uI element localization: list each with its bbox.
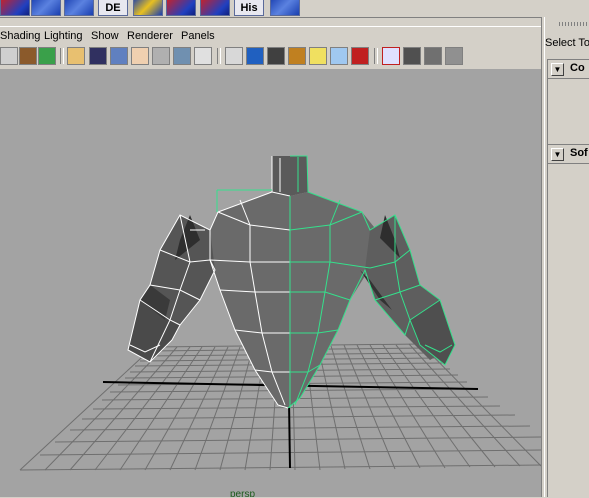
shelf-tool-his-label: His (240, 2, 258, 14)
shelf-tool-his[interactable]: His (234, 0, 264, 16)
torso-mesh[interactable] (128, 156, 455, 408)
shelf-tool-6[interactable] (166, 0, 196, 16)
shelf-tool-de[interactable]: DE (98, 0, 128, 16)
shelf-tool-1[interactable] (0, 0, 30, 16)
frame-label: Sof (570, 147, 588, 159)
collapse-triangle-icon[interactable]: ▼ (551, 63, 564, 76)
wireframe-icon[interactable] (225, 47, 243, 65)
isolate-select-icon[interactable] (351, 47, 369, 65)
frame-body (548, 163, 589, 498)
menu-lighting[interactable]: Lighting (44, 30, 83, 42)
field-chart-icon[interactable] (173, 47, 191, 65)
camera-label: persp (230, 489, 256, 497)
menu-renderer[interactable]: Renderer (127, 30, 173, 42)
shelf-toolbar: DE His (0, 0, 545, 18)
menu-show[interactable]: Show (91, 30, 119, 42)
smooth-shade-icon[interactable] (246, 47, 264, 65)
panel-grip[interactable] (559, 22, 589, 26)
menu-shading[interactable]: Shading (0, 30, 40, 42)
shelf-tool-7[interactable] (200, 0, 230, 16)
bookmark-icon[interactable] (38, 47, 56, 65)
tool-settings-panel: Select To ▼ Co ▼ Sof (545, 17, 589, 498)
shelf-tool-3[interactable] (64, 0, 94, 16)
shelf-tool-9[interactable] (270, 0, 300, 16)
shelf-tool-de-label: DE (105, 2, 121, 14)
wireframe-on-shaded-icon[interactable] (267, 47, 285, 65)
single-view-icon[interactable] (403, 47, 421, 65)
frame-header[interactable]: ▼ Sof (548, 145, 589, 163)
toolbar-separator (374, 48, 378, 64)
tool-settings-title: Select To (545, 37, 589, 49)
perspective-viewport[interactable]: persp (0, 69, 541, 497)
textured-icon[interactable] (288, 47, 306, 65)
toolbar-separator (217, 48, 221, 64)
shelf-tool-2[interactable] (31, 0, 61, 16)
film-gate-icon[interactable] (110, 47, 128, 65)
use-lights-icon[interactable] (309, 47, 327, 65)
z-axis-line (288, 399, 291, 469)
xray-icon[interactable] (330, 47, 348, 65)
collapse-triangle-icon[interactable]: ▼ (551, 148, 564, 161)
toolbar-separator (60, 48, 64, 64)
viewport-scene (19, 155, 541, 471)
image-plane-icon[interactable] (67, 47, 85, 65)
four-view-icon[interactable] (424, 47, 442, 65)
graph-editor-icon[interactable] (445, 47, 463, 65)
panel-menu-bar: Shading Lighting Show Renderer Panels (0, 26, 541, 45)
frame-common-selection: ▼ Co (547, 59, 589, 152)
gate-mask-icon[interactable] (152, 47, 170, 65)
resolution-gate-icon[interactable] (131, 47, 149, 65)
menu-panels[interactable]: Panels (181, 30, 215, 42)
panel-toolbar (0, 45, 541, 69)
frame-label: Co (570, 62, 585, 74)
camera-attributes-icon[interactable] (19, 47, 37, 65)
frame-header[interactable]: ▼ Co (548, 60, 589, 78)
safe-title-icon[interactable] (194, 47, 212, 65)
shelf-tool-5[interactable] (133, 0, 163, 16)
frame-soft-selection: ▼ Sof (547, 144, 589, 498)
select-camera-icon[interactable] (0, 47, 18, 65)
frame-body (548, 78, 589, 152)
frame-select-icon[interactable] (382, 47, 400, 65)
grid-icon[interactable] (89, 47, 107, 65)
